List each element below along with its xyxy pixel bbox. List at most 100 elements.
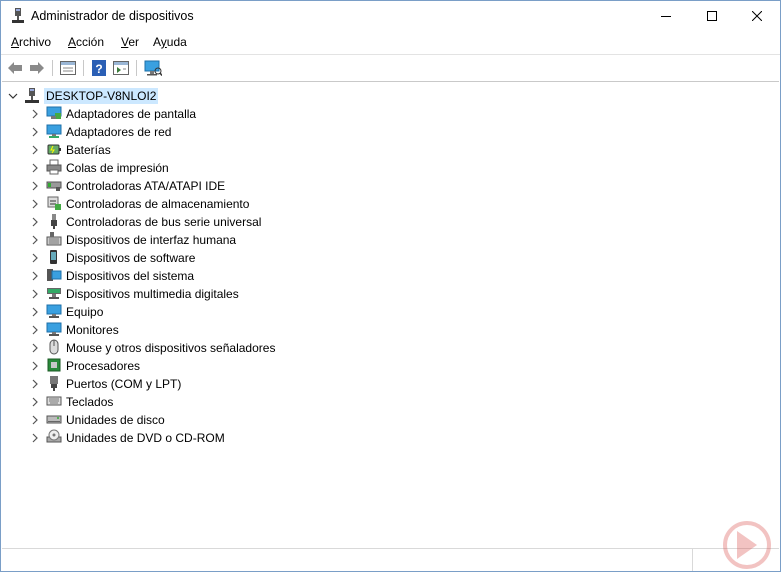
expand-chevron-icon[interactable] [30, 159, 40, 177]
menu-archivo-rest: rchivo [19, 35, 52, 49]
device-manager-app-icon [12, 8, 24, 23]
maximize-button[interactable] [689, 1, 735, 31]
status-bar-divider [692, 549, 693, 571]
menu-archivo-accel: A [11, 35, 20, 49]
tree-node[interactable]: Unidades de disco [30, 411, 165, 429]
forward-button[interactable] [27, 58, 47, 78]
collapse-chevron-icon[interactable] [8, 91, 18, 101]
expand-chevron-icon[interactable] [30, 285, 40, 303]
view-button[interactable] [111, 58, 131, 78]
expand-chevron-icon[interactable] [30, 123, 40, 141]
tree-node[interactable]: Teclados [30, 393, 113, 411]
tree-node-label: Equipo [66, 305, 104, 319]
help-button[interactable]: ? [89, 58, 109, 78]
expand-chevron-icon[interactable] [30, 231, 40, 249]
computer-icon [46, 303, 66, 322]
processor-icon [46, 357, 66, 376]
display-adapter-icon [46, 105, 66, 124]
expand-chevron-icon[interactable] [30, 177, 40, 195]
tree-node[interactable]: Dispositivos de software [30, 249, 195, 267]
tree-node-label: Dispositivos multimedia digitales [66, 287, 239, 301]
expand-chevron-icon[interactable] [30, 195, 40, 213]
tree-node-label: Teclados [66, 395, 114, 409]
expand-chevron-icon[interactable] [30, 249, 40, 267]
menu-archivo[interactable]: Archivo [11, 35, 51, 49]
tree-root-label: DESKTOP-V8NLOI2 [44, 88, 159, 104]
svg-text:?: ? [95, 62, 102, 76]
tree-node[interactable]: Controladoras ATA/ATAPI IDE [30, 177, 225, 195]
tree-node[interactable]: Monitores [30, 321, 119, 339]
tree-node[interactable]: Colas de impresión [30, 159, 169, 177]
tree-node-label: Colas de impresión [66, 161, 169, 175]
tree-node[interactable]: Controladoras de almacenamiento [30, 195, 249, 213]
tree-node-label: Unidades de disco [66, 413, 165, 427]
back-button[interactable] [5, 58, 25, 78]
window-title: Administrador de dispositivos [31, 9, 194, 23]
tree-node-label: Procesadores [66, 359, 141, 373]
toolbar-separator [83, 60, 84, 76]
close-icon [752, 11, 762, 21]
tree-root-computer[interactable]: DESKTOP-V8NLOI2 [8, 87, 159, 105]
storage-controller-icon [46, 195, 66, 214]
expand-chevron-icon[interactable] [30, 429, 40, 447]
keyboard-icon [46, 393, 66, 412]
expand-chevron-icon[interactable] [30, 303, 40, 321]
tree-node[interactable]: Unidades de DVD o CD-ROM [30, 429, 225, 447]
title-bar: Administrador de dispositivos [1, 1, 780, 31]
monitor-icon [46, 321, 66, 340]
toolbar-separator [52, 60, 53, 76]
tree-node[interactable]: Baterías [30, 141, 111, 159]
tree-node[interactable]: Procesadores [30, 357, 140, 375]
view-icon [113, 61, 129, 75]
toolbar: ? [1, 55, 780, 80]
tree-node-label: Adaptadores de red [66, 125, 172, 139]
tree-node[interactable]: Puertos (COM y LPT) [30, 375, 181, 393]
minimize-button[interactable] [643, 1, 689, 31]
disk-drive-icon [46, 411, 66, 430]
battery-icon [46, 141, 66, 160]
expand-chevron-icon[interactable] [30, 339, 40, 357]
tree-node-label: Controladoras ATA/ATAPI IDE [66, 179, 226, 193]
menu-accion-rest: cción [76, 35, 105, 49]
tree-node[interactable]: Adaptadores de red [30, 123, 171, 141]
expand-chevron-icon[interactable] [30, 105, 40, 123]
tree-node[interactable]: Dispositivos multimedia digitales [30, 285, 239, 303]
properties-button[interactable] [58, 58, 78, 78]
dvd-icon [46, 429, 66, 448]
tree-node-label: Adaptadores de pantalla [66, 107, 197, 121]
expand-chevron-icon[interactable] [30, 141, 40, 159]
menu-ayuda[interactable]: Ayuda [153, 35, 187, 49]
expand-chevron-icon[interactable] [30, 393, 40, 411]
tree-node-label: Mouse y otros dispositivos señaladores [66, 341, 276, 355]
tree-node[interactable]: Dispositivos del sistema [30, 267, 194, 285]
port-icon [46, 375, 66, 394]
scan-hardware-icon [144, 60, 162, 76]
tree-node[interactable]: Mouse y otros dispositivos señaladores [30, 339, 275, 357]
maximize-icon [707, 11, 717, 21]
tree-node-label: Puertos (COM y LPT) [66, 377, 182, 391]
scan-hardware-button[interactable] [143, 58, 163, 78]
menu-ver-rest: er [128, 35, 140, 49]
expand-chevron-icon[interactable] [30, 321, 40, 339]
tree-node[interactable]: Adaptadores de pantalla [30, 105, 196, 123]
menu-ver[interactable]: Ver [121, 35, 139, 49]
expand-chevron-icon[interactable] [30, 213, 40, 231]
back-icon [8, 62, 22, 74]
close-button[interactable] [734, 1, 780, 31]
menu-accion[interactable]: Acción [68, 35, 104, 49]
device-manager-window: Administrador de dispositivos Archivo Ac… [0, 0, 781, 572]
watermark-logo-icon [723, 521, 771, 569]
tree-node[interactable]: Controladoras de bus serie universal [30, 213, 261, 231]
expand-chevron-icon[interactable] [30, 375, 40, 393]
tree-node[interactable]: Equipo [30, 303, 103, 321]
expand-chevron-icon[interactable] [30, 357, 40, 375]
tree-node-label: Unidades de DVD o CD-ROM [66, 431, 225, 445]
expand-chevron-icon[interactable] [30, 267, 40, 285]
device-tree[interactable]: DESKTOP-V8NLOI2 Adaptadores de pantalla A… [2, 81, 779, 548]
tree-node[interactable]: Dispositivos de interfaz humana [30, 231, 236, 249]
expand-chevron-icon[interactable] [30, 411, 40, 429]
network-adapter-icon [46, 123, 66, 142]
tree-node-label: Dispositivos de software [66, 251, 196, 265]
menu-ayuda-first: A [153, 35, 161, 49]
tree-node-label: Baterías [66, 143, 111, 157]
